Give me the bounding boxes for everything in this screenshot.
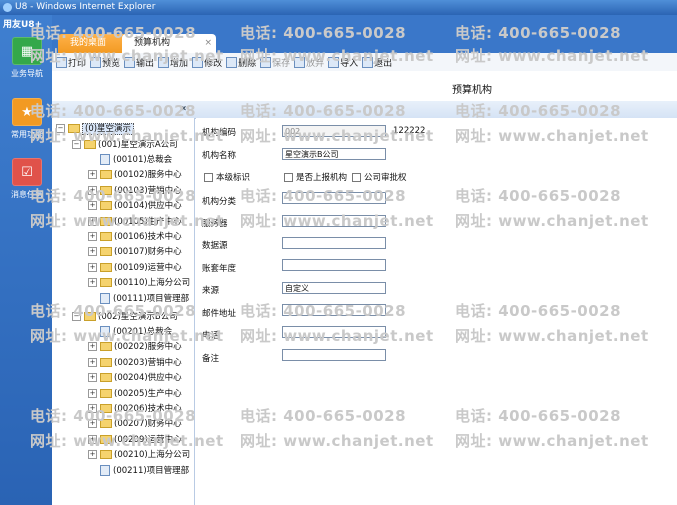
watermark-text: 网址: www.chanjet.net (30, 212, 224, 230)
remark-field[interactable] (282, 349, 386, 361)
watermark-text: 电话: 400-665-0028 (455, 24, 622, 42)
watermark-text: 网址: www.chanjet.net (30, 47, 224, 65)
folder-icon (100, 388, 112, 398)
watermark-text: 电话: 400-665-0028 (30, 102, 197, 120)
expand-toggle-icon[interactable]: + (88, 262, 97, 272)
watermark-text: 网址: www.chanjet.net (30, 127, 224, 145)
window-title: U8 - Windows Internet Explorer (15, 2, 156, 12)
tree-item[interactable]: + (00204)供应中心 (88, 371, 182, 385)
checklist-icon: ☑ (12, 158, 42, 186)
folder-icon (100, 232, 112, 241)
watermark-text: 电话: 400-665-0028 (30, 187, 197, 205)
tree-item[interactable]: + (00205)生产中心 (88, 387, 182, 401)
watermark-text: 网址: www.chanjet.net (240, 212, 434, 230)
folder-icon (100, 170, 112, 180)
watermark-text: 电话: 400-665-0028 (455, 407, 622, 425)
watermark-text: 网址: www.chanjet.net (240, 127, 434, 145)
tree-item[interactable]: + (00109)运营中心 (88, 261, 182, 275)
level-checkbox[interactable]: 本级标识 (204, 171, 250, 183)
nav-business-label: 业务导航 (11, 69, 43, 78)
form-title-area: 预算机构 (52, 71, 677, 101)
name-label: 机构名称 (202, 151, 237, 161)
watermark-text: 网址: www.chanjet.net (455, 212, 649, 230)
watermark-text: 电话: 400-665-0028 (240, 407, 407, 425)
expand-toggle-icon[interactable]: + (88, 388, 97, 398)
watermark-text: 电话: 400-665-0028 (240, 102, 407, 120)
tree-item[interactable]: + (00106)技术中心 (88, 230, 182, 244)
watermark-text: 电话: 400-665-0028 (30, 302, 197, 320)
folder-icon (100, 247, 112, 257)
tree-item[interactable]: + (00107)财务中心 (88, 245, 182, 259)
window-titlebar: U8 - Windows Internet Explorer (0, 0, 677, 15)
expand-toggle-icon[interactable]: + (88, 373, 97, 383)
page-title: 预算机构 (452, 85, 492, 96)
folder-icon (100, 357, 112, 367)
watermark-text: 网址: www.chanjet.net (240, 47, 434, 65)
watermark-text: 电话: 400-665-0028 (30, 407, 197, 425)
ie-icon (3, 3, 12, 12)
name-field[interactable]: 星空演示B公司 (282, 148, 386, 160)
approve-checkbox[interactable]: 公司审批权 (352, 171, 407, 183)
tree-item[interactable]: (00211)项目管理部 (100, 464, 189, 478)
watermark-text: 网址: www.chanjet.net (455, 47, 649, 65)
watermark-text: 网址: www.chanjet.net (30, 432, 224, 450)
watermark-text: 电话: 400-665-0028 (455, 187, 622, 205)
watermark-text: 电话: 400-665-0028 (240, 187, 407, 205)
expand-toggle-icon[interactable]: + (88, 170, 97, 180)
datasource-label: 数据源 (202, 241, 228, 251)
folder-icon (100, 262, 112, 272)
watermark-text: 网址: www.chanjet.net (455, 432, 649, 450)
watermark-text: 网址: www.chanjet.net (455, 127, 649, 145)
folder-icon (100, 373, 112, 383)
watermark-text: 电话: 400-665-0028 (455, 302, 622, 320)
expand-toggle-icon[interactable]: + (88, 247, 97, 257)
delete-icon (226, 56, 238, 68)
tree-item[interactable]: + (00102)服务中心 (88, 168, 182, 182)
tree-item[interactable]: + (00110)上海分公司 (88, 276, 190, 290)
watermark-text: 电话: 400-665-0028 (455, 102, 622, 120)
document-icon (100, 464, 110, 476)
report-checkbox[interactable]: 是否上报机构 (284, 171, 347, 183)
watermark-text: 电话: 400-665-0028 (240, 24, 407, 42)
watermark-text: 网址: www.chanjet.net (240, 327, 434, 345)
source-label: 来源 (202, 286, 220, 296)
category-label: 机构分类 (202, 197, 237, 207)
tree-item[interactable]: (00101)总裁会 (100, 153, 172, 167)
folder-icon (100, 278, 112, 288)
expand-toggle-icon[interactable]: + (88, 278, 97, 288)
remark-label: 备注 (202, 354, 220, 364)
watermark-text: 网址: www.chanjet.net (30, 327, 224, 345)
year-field[interactable] (282, 259, 386, 271)
document-icon (100, 154, 110, 165)
watermark-text: 网址: www.chanjet.net (240, 432, 434, 450)
source-field[interactable]: 自定义 (282, 282, 386, 294)
watermark-text: 电话: 400-665-0028 (240, 302, 407, 320)
watermark-text: 网址: www.chanjet.net (455, 327, 649, 345)
expand-toggle-icon[interactable]: + (88, 450, 97, 460)
datasource-field[interactable] (282, 237, 386, 249)
folder-icon (100, 450, 112, 460)
tree-item[interactable]: + (00203)营销中心 (88, 356, 182, 370)
year-label: 账套年度 (202, 264, 237, 274)
email-label: 邮件地址 (202, 309, 237, 319)
expand-toggle-icon[interactable]: + (88, 357, 97, 367)
watermark-text: 电话: 400-665-0028 (30, 24, 197, 42)
expand-toggle-icon[interactable]: + (88, 232, 97, 241)
